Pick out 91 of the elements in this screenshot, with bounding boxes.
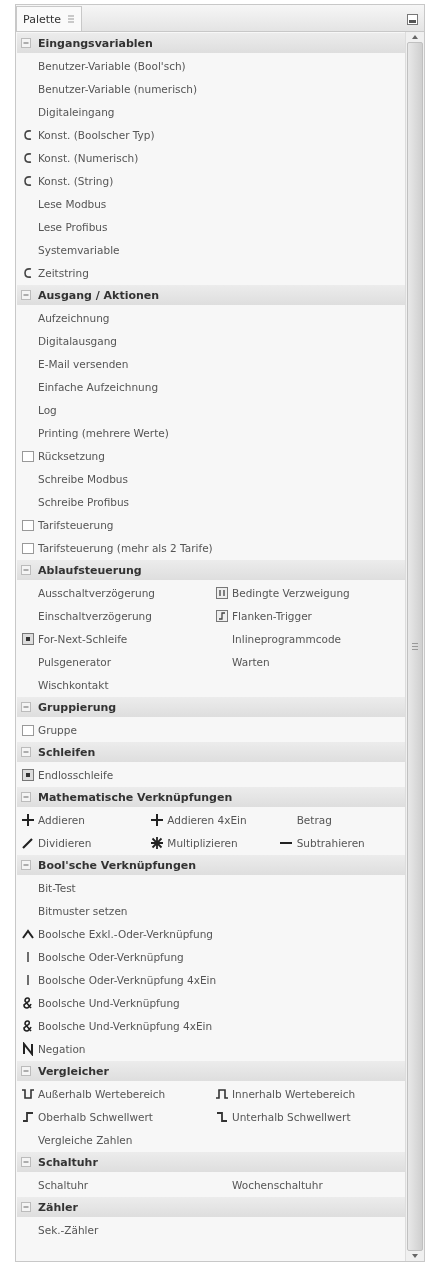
section-header[interactable]: Zähler	[17, 1197, 405, 1217]
palette-item[interactable]: Zeitstring	[38, 266, 89, 279]
section-header[interactable]: Bool'sche Verknüpfungen	[17, 855, 405, 875]
section-header[interactable]: Eingangsvariablen	[17, 33, 405, 53]
minus-icon	[279, 841, 292, 844]
loop-icon	[21, 767, 35, 782]
ampersand-icon	[21, 1018, 35, 1033]
palette-item[interactable]: Addieren	[38, 813, 85, 826]
slash-icon	[21, 835, 35, 850]
palette-item[interactable]: Dividieren	[38, 836, 92, 849]
edge-icon	[215, 608, 229, 623]
section-header[interactable]: Vergleicher	[17, 1061, 405, 1081]
palette-item[interactable]: Tarifsteuerung (mehr als 2 Tarife)	[38, 541, 213, 554]
palette-item[interactable]: Unterhalb Schwellwert	[232, 1110, 351, 1123]
palette-item[interactable]: Konst. (Boolscher Typ)	[38, 128, 155, 141]
palette-item[interactable]: Digitalausgang	[38, 334, 118, 347]
palette-item[interactable]: Rücksetzung	[38, 449, 105, 462]
palette-item[interactable]: Boolsche Oder-Verknüpfung 4xEin	[38, 973, 217, 986]
palette-item[interactable]: Bedingte Verzweigung	[232, 586, 350, 599]
palette-item[interactable]: Innerhalb Wertebereich	[232, 1087, 356, 1100]
palette-item[interactable]: Endlosschleife	[38, 768, 114, 781]
palette-item[interactable]: For-Next-Schleife	[38, 632, 128, 645]
branch-icon	[215, 585, 229, 600]
n-icon	[21, 1041, 35, 1056]
falling-step-icon	[215, 1109, 229, 1124]
palette-item[interactable]: Lese Modbus	[38, 197, 107, 210]
palette-item[interactable]: Systemvariable	[38, 243, 120, 256]
palette-item[interactable]: Konst. (Numerisch)	[38, 151, 139, 164]
square-icon	[21, 517, 35, 532]
palette-item[interactable]: Oberhalb Schwellwert	[38, 1110, 153, 1123]
palette-item[interactable]: Tarifsteuerung	[38, 518, 114, 531]
palette-tab[interactable]: Palette	[16, 6, 83, 31]
palette-item[interactable]: Betrag	[296, 813, 332, 826]
palette-item[interactable]: Multiplizieren	[167, 836, 238, 849]
section-header[interactable]: Schaltuhr	[17, 1152, 405, 1172]
palette-item[interactable]: Digitaleingang	[38, 105, 115, 118]
section-header[interactable]: Ausgang / Aktionen	[17, 285, 405, 305]
ampersand-icon	[21, 995, 35, 1010]
inside-range-icon	[215, 1086, 229, 1101]
palette-item[interactable]: Benutzer-Variable (Bool'sch)	[38, 59, 186, 72]
loop-icon	[21, 631, 35, 646]
rising-step-icon	[21, 1109, 35, 1124]
palette-item[interactable]: Pulsgenerator	[38, 655, 112, 668]
palette-item[interactable]: Boolsche Exkl.-Oder-Verknüpfung	[38, 927, 213, 940]
palette-item[interactable]: Lese Profibus	[38, 220, 108, 233]
palette-item[interactable]: Bit-Test	[38, 881, 76, 894]
palette-item[interactable]: Schreibe Modbus	[38, 472, 128, 485]
minimize-icon[interactable]	[407, 14, 418, 25]
palette-item[interactable]: Außerhalb Wertebereich	[38, 1087, 166, 1100]
section-header[interactable]: Schleifen	[17, 742, 405, 762]
section-header[interactable]: Ablaufsteuerung	[17, 560, 405, 580]
down-arrow-icon[interactable]	[412, 1254, 418, 1258]
square-icon	[21, 722, 35, 737]
up-arrow-icon[interactable]	[412, 35, 418, 39]
palette-item[interactable]: Benutzer-Variable (numerisch)	[38, 82, 198, 95]
palette-item[interactable]: Inlineprogrammcode	[232, 632, 342, 645]
palette-item[interactable]: Warten	[232, 655, 270, 668]
section-header[interactable]: Mathematische Verknüpfungen	[17, 787, 405, 807]
palette-item[interactable]: Wochenschaltuhr	[232, 1178, 323, 1191]
square-icon	[21, 540, 35, 555]
outside-range-icon	[21, 1086, 35, 1101]
scrollbar[interactable]	[405, 32, 424, 1261]
palette-item[interactable]: Schreibe Profibus	[38, 495, 130, 508]
palette-item[interactable]: Boolsche Und-Verknüpfung	[38, 996, 180, 1009]
palette-item[interactable]: Flanken-Trigger	[232, 609, 312, 622]
palette-item[interactable]: Aufzeichnung	[38, 311, 110, 324]
palette-item[interactable]: Wischkontakt	[38, 678, 109, 691]
plus-icon	[21, 812, 35, 827]
palette-item[interactable]: Printing (mehrere Werte)	[38, 426, 169, 439]
section-header[interactable]: Gruppierung	[17, 697, 405, 717]
palette-item[interactable]: Konst. (String)	[38, 174, 114, 187]
palette-item[interactable]: Sek.-Zähler	[38, 1223, 99, 1236]
palette-item[interactable]: Einfache Aufzeichnung	[38, 380, 159, 393]
square-icon	[21, 448, 35, 463]
palette-item[interactable]: Bitmuster setzen	[38, 904, 128, 917]
palette-item[interactable]: Addieren 4xEin	[167, 813, 247, 826]
plus-icon	[150, 812, 165, 827]
palette-item[interactable]: Boolsche Oder-Verknüpfung	[38, 950, 184, 963]
grip-icon	[412, 643, 418, 650]
palette-item[interactable]: Negation	[38, 1042, 86, 1055]
palette-item[interactable]: Gruppe	[38, 723, 77, 736]
palette-item[interactable]: Einschaltverzögerung	[38, 609, 152, 622]
palette-item[interactable]: Schaltuhr	[38, 1178, 89, 1191]
asterisk-icon	[150, 835, 165, 850]
palette-item[interactable]: Subtrahieren	[296, 836, 365, 849]
palette-item[interactable]: Ausschaltverzögerung	[38, 586, 156, 599]
palette-item[interactable]: Log	[38, 403, 57, 416]
palette-item[interactable]: Vergleiche Zahlen	[38, 1133, 133, 1146]
grip-icon	[67, 15, 76, 23]
palette-item[interactable]: Boolsche Und-Verknüpfung 4xEin	[38, 1019, 213, 1032]
palette-item[interactable]: E-Mail versenden	[38, 357, 129, 370]
